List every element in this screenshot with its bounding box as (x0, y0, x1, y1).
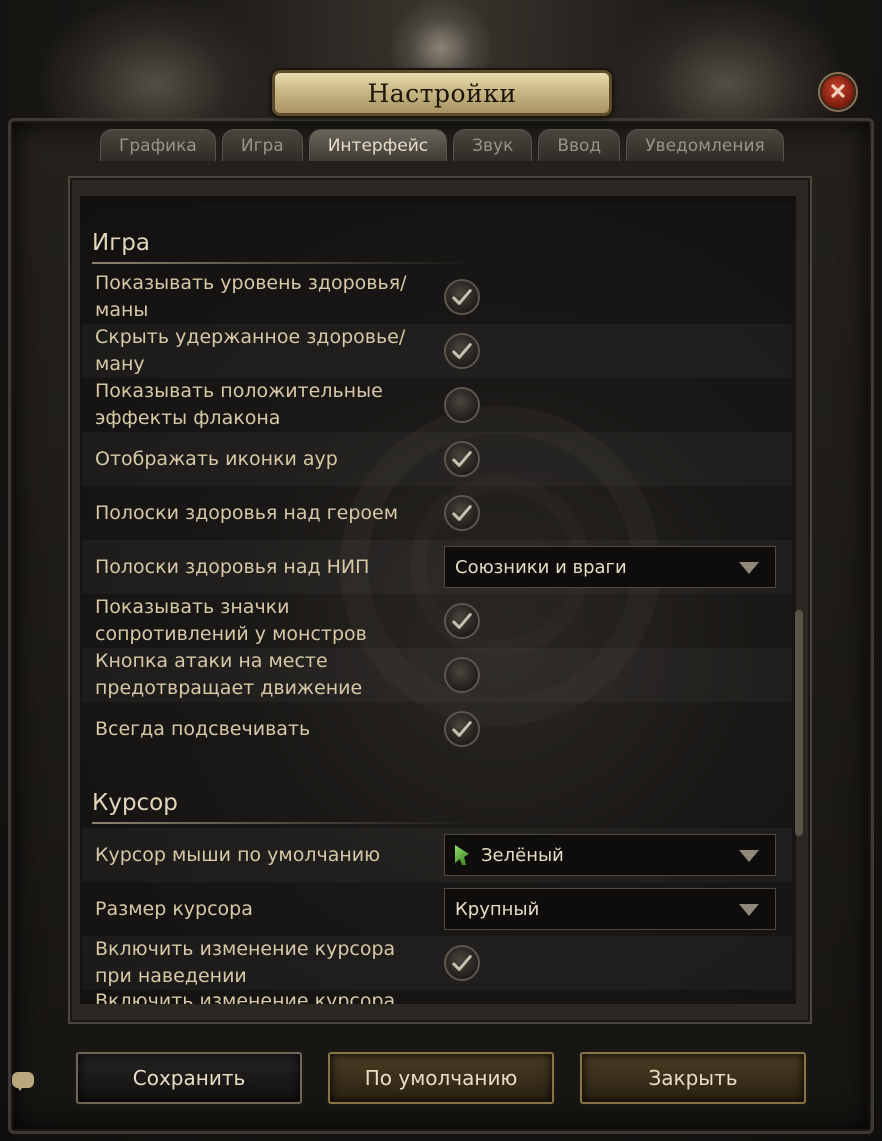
settings-tabs: Графика Игра Интерфейс Звук Ввод Уведомл… (100, 129, 784, 161)
setting-label: Размер курсора (95, 897, 253, 920)
setting-row-default-cursor: Курсор мыши по умолчанию Зелёный (82, 828, 792, 882)
tab-notifications[interactable]: Уведомления (626, 129, 784, 161)
griffin-ornament-left (40, 0, 270, 120)
setting-row-hide-reserved: Скрыть удержанное здоровье/ману (82, 324, 792, 378)
dropdown-value: Зелёный (481, 844, 564, 866)
setting-row-show-health-mana: Показывать уровень здоровья/маны (82, 270, 792, 324)
tab-input[interactable]: Ввод (538, 129, 621, 161)
dropdown-default-cursor[interactable]: Зелёный (444, 834, 776, 876)
checkbox-always-highlight[interactable] (444, 711, 480, 747)
setting-label: Включить изменение курсора при наведении (95, 938, 396, 987)
griffin-ornament-right (612, 0, 842, 120)
section-title-cursor: Курсор (92, 790, 178, 816)
setting-label: Включить изменение курсора (95, 990, 396, 1004)
close-window-button[interactable]: ✕ (820, 74, 856, 110)
setting-label: Курсор мыши по умолчанию (95, 843, 381, 866)
checkbox-hover-cursor[interactable] (444, 945, 480, 981)
tab-interface[interactable]: Интерфейс (308, 129, 448, 161)
setting-label: Показывать положительные эффекты флакона (95, 380, 383, 429)
checkmark-icon (452, 451, 472, 467)
checkmark-icon (452, 613, 472, 629)
scrollbar-thumb[interactable] (795, 610, 803, 836)
tab-graphics[interactable]: Графика (100, 129, 216, 161)
checkmark-icon (452, 505, 472, 521)
hooded-statue-ornament (391, 0, 491, 80)
setting-label: Кнопка атаки на месте предотвращает движ… (95, 650, 363, 699)
checkbox-attack-in-place[interactable] (444, 657, 480, 693)
setting-row-aura-icons: Отображать иконки аур (82, 432, 792, 486)
checkbox-hero-health-bars[interactable] (444, 495, 480, 531)
save-button[interactable]: Сохранить (76, 1052, 302, 1104)
chevron-down-icon (739, 904, 759, 916)
scroll-clip (80, 196, 796, 204)
chevron-down-icon (739, 562, 759, 574)
green-cursor-icon (455, 845, 469, 865)
window-title-plate: Настройки (272, 70, 612, 116)
dropdown-cursor-size[interactable]: Крупный (444, 888, 776, 930)
setting-row-attack-in-place: Кнопка атаки на месте предотвращает движ… (82, 648, 792, 702)
setting-label: Полоски здоровья над героем (95, 501, 399, 524)
checkmark-icon (452, 721, 472, 737)
setting-row-hero-health-bars: Полоски здоровья над героем (82, 486, 792, 540)
section-divider (92, 262, 472, 264)
setting-label: Скрыть удержанное здоровье/ману (95, 326, 406, 375)
tab-sound[interactable]: Звук (453, 129, 533, 161)
tab-game[interactable]: Игра (221, 129, 303, 161)
setting-row-npc-health-bars: Полоски здоровья над НИП Союзники и враг… (82, 540, 792, 594)
section-divider (92, 822, 472, 824)
setting-row-monster-resist-icons: Показывать значки сопротивлений у монстр… (82, 594, 792, 648)
reset-defaults-button[interactable]: По умолчанию (328, 1052, 554, 1104)
setting-label: Показывать уровень здоровья/маны (95, 272, 407, 321)
checkbox-aura-icons[interactable] (444, 441, 480, 477)
dropdown-value: Крупный (455, 898, 540, 920)
setting-row-cursor-size: Размер курсора Крупный (82, 882, 792, 936)
checkmark-icon (452, 289, 472, 305)
setting-label: Полоски здоровья над НИП (95, 555, 370, 578)
setting-label: Всегда подсвечивать (95, 717, 311, 740)
setting-label: Показывать значки сопротивлений у монстр… (95, 596, 367, 645)
checkbox-hide-reserved[interactable] (444, 333, 480, 369)
dropdown-value: Союзники и враги (455, 556, 627, 578)
setting-row-flask-effects: Показывать положительные эффекты флакона (82, 378, 792, 432)
section-title-game: Игра (92, 230, 150, 256)
setting-label: Отображать иконки аур (95, 447, 338, 470)
settings-window: Настройки ✕ Графика Игра Интерфейс Звук … (0, 0, 882, 1141)
checkbox-show-health-mana[interactable] (444, 279, 480, 315)
chat-bubble-icon[interactable] (12, 1072, 34, 1091)
setting-row-hover-cursor: Включить изменение курсора при наведении (82, 936, 792, 990)
chevron-down-icon (739, 850, 759, 862)
checkbox-flask-effects[interactable] (444, 387, 480, 423)
window-title: Настройки (367, 78, 517, 108)
close-icon: ✕ (828, 79, 848, 104)
dropdown-npc-health-bars[interactable]: Союзники и враги (444, 546, 776, 588)
setting-row-always-highlight: Всегда подсвечивать (82, 702, 792, 756)
close-button[interactable]: Закрыть (580, 1052, 806, 1104)
setting-row-cursor-change-partial: Включить изменение курсора (82, 990, 792, 1004)
checkmark-icon (452, 343, 472, 359)
checkbox-monster-resist-icons[interactable] (444, 603, 480, 639)
checkmark-icon (452, 955, 472, 971)
